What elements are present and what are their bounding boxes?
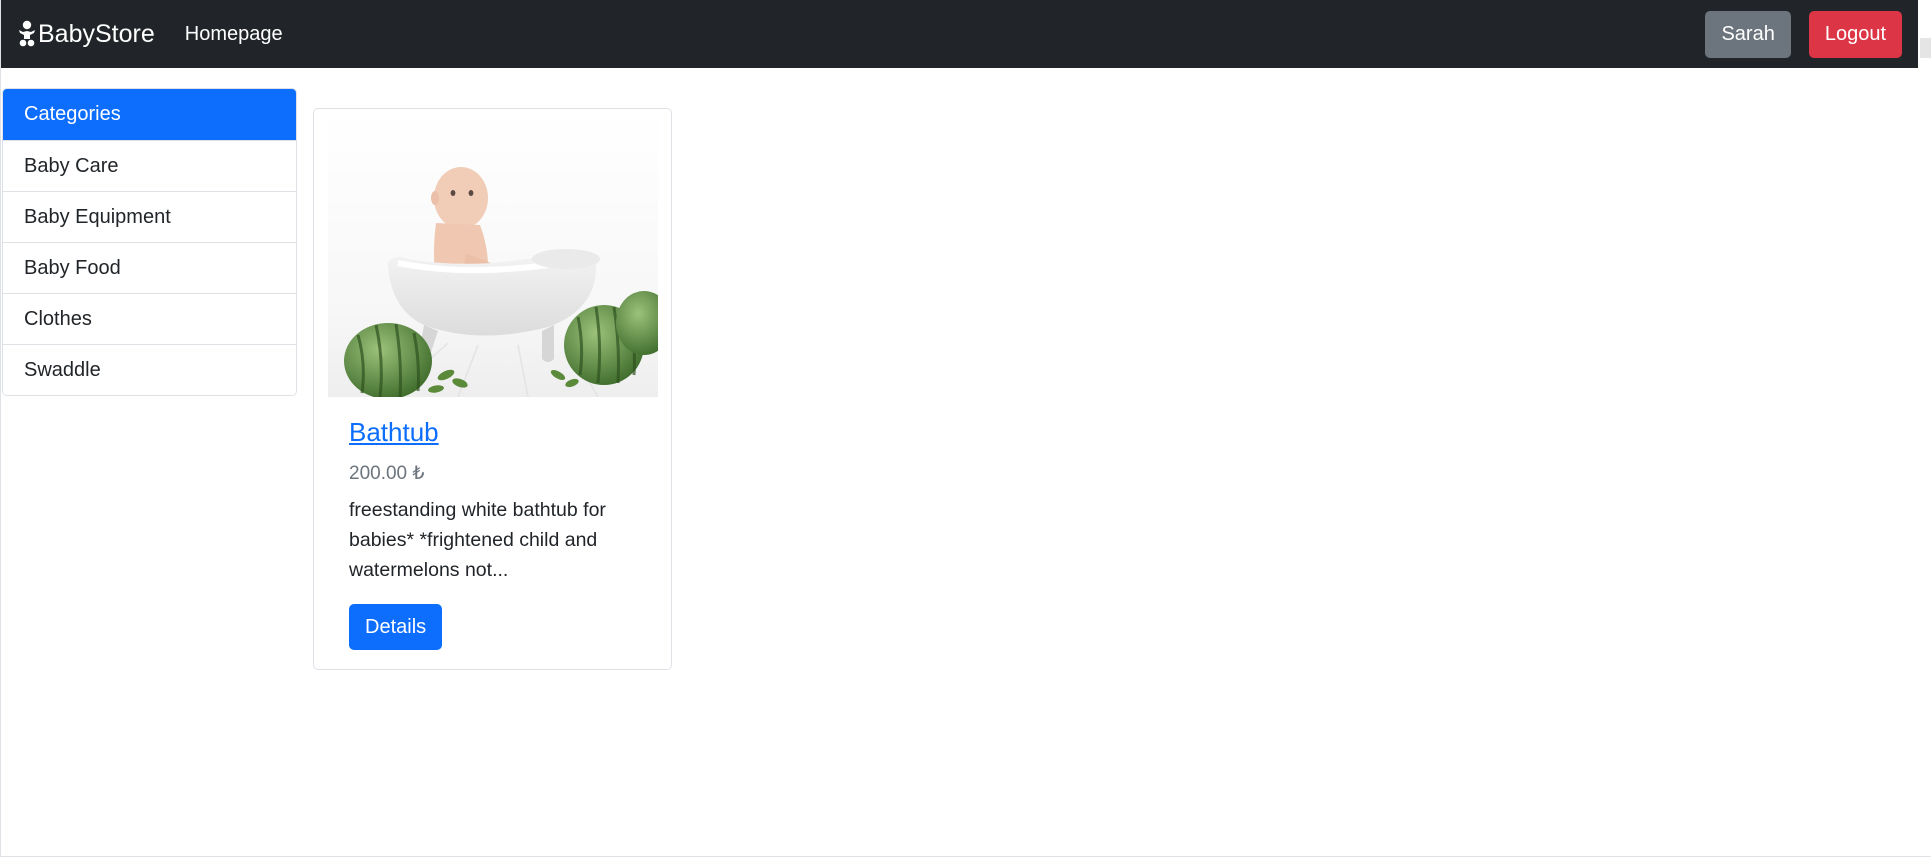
- category-item-baby-equipment[interactable]: Baby Equipment: [3, 191, 296, 242]
- top-navbar: BabyStore Homepage Sarah Logout: [1, 0, 1918, 68]
- category-item-baby-food[interactable]: Baby Food: [3, 242, 296, 293]
- category-item-baby-care[interactable]: Baby Care: [3, 140, 296, 191]
- baby-bathtub-illustration: [328, 113, 658, 397]
- product-description: freestanding white bathtub for babies* *…: [349, 499, 606, 581]
- navbar-actions: Sarah Logout: [1705, 10, 1902, 58]
- product-price: 200.00 ₺: [349, 463, 425, 484]
- product-card-body: Bathtub 200.00 ₺ freestanding white bath…: [349, 417, 649, 650]
- scrollbar-thumb[interactable]: [1920, 38, 1931, 58]
- details-button[interactable]: Details: [349, 604, 443, 650]
- baby-icon: [19, 20, 35, 47]
- user-button[interactable]: Sarah: [1705, 10, 1791, 58]
- brand-name: BabyStore: [38, 19, 155, 48]
- product-image: [328, 113, 658, 397]
- brand-link[interactable]: BabyStore: [17, 20, 155, 49]
- category-item-clothes[interactable]: Clothes: [3, 293, 296, 344]
- categories-header[interactable]: Categories: [3, 89, 296, 140]
- nav-homepage-link[interactable]: Homepage: [185, 23, 283, 46]
- categories-list: Categories Baby Care Baby Equipment Baby…: [2, 88, 297, 396]
- category-item-swaddle[interactable]: Swaddle: [3, 344, 296, 395]
- product-card: Bathtub 200.00 ₺ freestanding white bath…: [313, 108, 672, 670]
- product-title-link[interactable]: Bathtub: [349, 417, 439, 448]
- page: BabyStore Homepage Sarah Logout Categori…: [0, 0, 1931, 857]
- logout-button[interactable]: Logout: [1808, 10, 1902, 58]
